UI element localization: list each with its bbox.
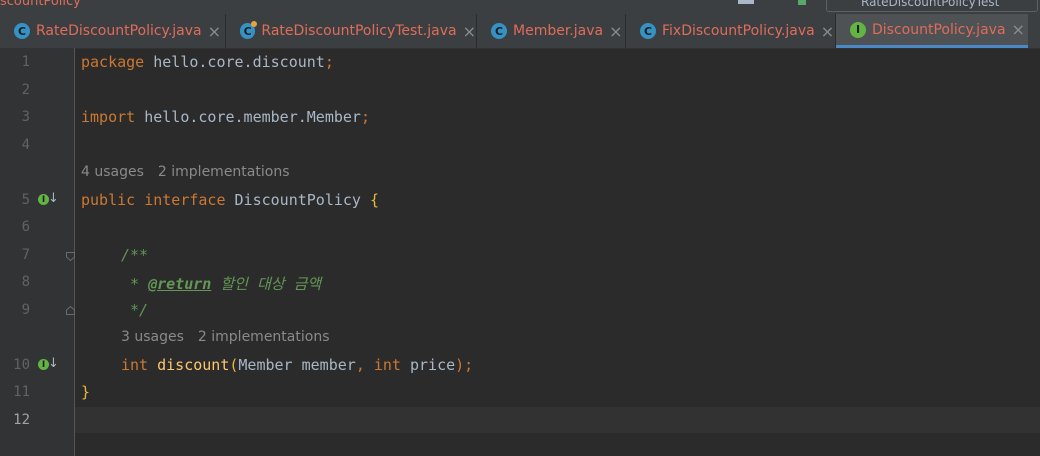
implementations-hint[interactable]: 2 implementations: [198, 329, 330, 345]
run-configuration-selector[interactable]: RateDiscountPolicyTest: [826, 0, 1038, 12]
close-icon[interactable]: ×: [208, 22, 221, 41]
line-number: 12: [13, 412, 30, 428]
semicolon-token: ;: [324, 53, 334, 71]
interface-name: DiscountPolicy: [225, 191, 370, 209]
code-editor[interactable]: package hello.core.discount; import hell…: [75, 48, 1040, 456]
fold-icon[interactable]: [66, 252, 75, 261]
arrow-down-icon: ↓: [48, 191, 59, 206]
tab-rate-discount-policy-test[interactable]: C RateDiscountPolicyTest.java ×: [226, 14, 477, 48]
brace-token: {: [370, 191, 380, 209]
semicolon-token: ;: [360, 108, 370, 126]
keyword-token: public: [81, 191, 136, 209]
code-line: import hello.core.member.Member;: [81, 108, 370, 126]
parameter: Member member: [238, 356, 356, 374]
tab-member[interactable]: C Member.java ×: [477, 14, 626, 48]
implemented-method-gutter-icon[interactable]: I ↓: [38, 356, 59, 373]
editor-gutter[interactable]: 1 2 3 4 5 6 7 8 9 10 11 12 I ↓ I ↓: [0, 48, 75, 456]
import-name: hello.core.member.Member: [135, 108, 361, 126]
keyword-token: import: [81, 108, 136, 126]
close-icon[interactable]: ×: [463, 22, 476, 41]
code-line: * @return 할인 대상 금액: [121, 273, 321, 294]
parameter: price: [400, 356, 456, 374]
tab-fix-discount-policy[interactable]: C FixDiscountPolicy.java ×: [626, 14, 836, 48]
method-name: discount: [148, 356, 230, 374]
editor-tab-bar: C RateDiscountPolicy.java × C RateDiscou…: [0, 14, 1040, 49]
code-vision-hint[interactable]: 4 usages 2 implementations: [81, 164, 289, 180]
keyword-token: int: [364, 356, 401, 374]
line-number: 4: [21, 137, 30, 153]
tab-label: FixDiscountPolicy.java: [662, 23, 815, 39]
code-line: }: [81, 383, 91, 401]
comment-text: 할인 대상 금액: [211, 275, 322, 293]
usages-hint[interactable]: 4 usages: [81, 164, 144, 180]
comment-token: *: [121, 275, 149, 293]
line-number: 9: [21, 302, 30, 318]
close-icon[interactable]: ×: [609, 22, 622, 41]
toolbar-icon[interactable]: [738, 0, 754, 4]
tab-label: RateDiscountPolicy.java: [36, 23, 202, 39]
test-class-icon: C: [240, 21, 258, 39]
code-line: package hello.core.discount;: [81, 53, 334, 71]
tab-label: RateDiscountPolicyTest.java: [261, 23, 457, 39]
line-number: 11: [13, 384, 30, 400]
line-number: 7: [21, 247, 30, 263]
run-configuration-label: RateDiscountPolicyTest: [861, 0, 1000, 9]
code-vision-hint[interactable]: 3 usages 2 implementations: [121, 329, 329, 345]
tab-rate-discount-policy[interactable]: C RateDiscountPolicy.java ×: [0, 14, 226, 48]
keyword-token: interface: [135, 191, 226, 209]
line-number: 6: [21, 219, 30, 235]
code-line: /**: [121, 246, 149, 264]
navigation-breadcrumb[interactable]: scountPolicy: [0, 0, 81, 9]
class-icon: C: [14, 23, 30, 39]
keyword-token: package: [81, 53, 145, 71]
tab-label: DiscountPolicy.java: [872, 21, 1006, 38]
line-number: 10: [13, 357, 30, 373]
top-toolbar-strip: scountPolicy RateDiscountPolicyTest: [0, 0, 1040, 14]
build-icon[interactable]: [798, 0, 806, 5]
keyword-token: int: [121, 356, 149, 374]
tab-label: Member.java: [513, 23, 604, 39]
paren-semicolon-token: );: [455, 356, 474, 374]
class-icon: C: [640, 23, 656, 39]
line-number: 2: [21, 82, 30, 98]
close-icon[interactable]: ×: [821, 22, 834, 41]
code-line: public interface DiscountPolicy {: [81, 191, 379, 209]
implementations-hint[interactable]: 2 implementations: [158, 164, 290, 180]
line-number: 1: [21, 54, 30, 70]
line-number: 5: [21, 192, 30, 208]
code-line: */: [121, 301, 149, 319]
javadoc-tag: @return: [148, 275, 212, 293]
line-number: 3: [21, 109, 30, 125]
arrow-down-icon: ↓: [48, 356, 59, 371]
package-name: hello.core.discount: [144, 53, 325, 71]
class-icon: C: [491, 23, 507, 39]
usages-hint[interactable]: 3 usages: [121, 329, 184, 345]
tab-discount-policy[interactable]: I DiscountPolicy.java ×: [836, 14, 1028, 48]
fold-end-icon[interactable]: [66, 306, 75, 315]
implemented-interface-gutter-icon[interactable]: I ↓: [38, 191, 59, 208]
interface-icon: I: [850, 21, 866, 38]
comma-token: ,: [355, 356, 365, 374]
code-line: int discount(Member member, int price);: [121, 356, 473, 374]
close-icon[interactable]: ×: [1012, 20, 1025, 39]
line-number: 8: [21, 274, 30, 290]
